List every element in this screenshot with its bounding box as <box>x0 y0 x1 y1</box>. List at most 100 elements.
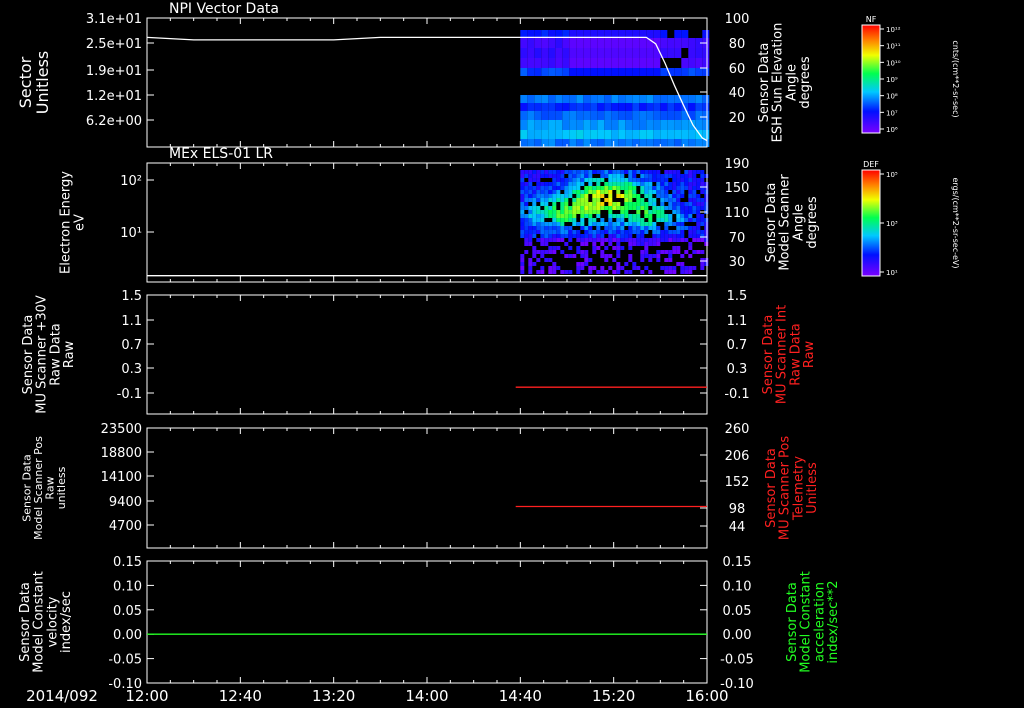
spectrogram-cell <box>528 222 533 226</box>
spectrogram-cell <box>676 182 681 186</box>
spectrogram-cell <box>583 58 591 68</box>
spectrogram-cell <box>552 206 557 210</box>
spectrogram-cell <box>695 120 703 130</box>
spectrogram-cell <box>672 202 677 206</box>
spectrogram-cell <box>541 111 549 120</box>
spectrogram-cell <box>618 38 626 48</box>
spectrogram-cell <box>548 210 553 214</box>
spectrogram-cell <box>660 218 665 222</box>
spectrogram-cell <box>528 190 533 194</box>
spectrogram-cell <box>520 214 525 218</box>
spectrogram-cell <box>656 182 661 186</box>
spectrogram-cell <box>576 103 584 111</box>
spectrogram-cell <box>664 182 669 186</box>
spectrogram-cell <box>576 170 581 174</box>
spectrogram-cell <box>632 218 637 222</box>
spectrogram-cell <box>608 266 613 270</box>
spectrogram-cell <box>695 68 703 76</box>
spectrogram-cell <box>583 139 591 147</box>
spectrogram-cell <box>540 194 545 198</box>
spectrogram-cell <box>536 210 541 214</box>
spectrogram-cell <box>680 270 685 274</box>
spectrogram-cell <box>592 250 597 254</box>
spectrogram-cell <box>674 48 682 58</box>
spectrogram-cell <box>600 254 605 258</box>
spectrogram-cell <box>548 222 553 226</box>
spectrogram-cell <box>668 258 673 262</box>
spectrogram-cell <box>632 242 637 246</box>
spectrogram-cell <box>592 198 597 202</box>
spectrogram-cell <box>584 198 589 202</box>
spectrogram-cell <box>556 198 561 202</box>
spectrogram-cell <box>681 120 689 130</box>
spectrogram-cell <box>544 234 549 238</box>
y-tick-label: 4700 <box>109 519 142 534</box>
spectrogram-cell <box>555 130 563 139</box>
spectrogram-cell <box>628 174 633 178</box>
spectrogram-cell <box>674 30 682 38</box>
spectrogram-cell <box>560 170 565 174</box>
spectrogram-cell <box>528 198 533 202</box>
spectrogram-cell <box>544 174 549 178</box>
spectrogram-cell <box>536 218 541 222</box>
spectrogram-cell <box>576 270 581 274</box>
spectrogram-cell <box>646 48 654 58</box>
spectrogram-cell <box>636 210 641 214</box>
spectrogram-cell <box>597 48 605 58</box>
y-tick-label: 10² <box>120 174 142 189</box>
spectrogram-cell <box>592 186 597 190</box>
spectrogram-cell <box>584 190 589 194</box>
spectrogram-cell <box>616 182 621 186</box>
spectrogram-cell <box>628 170 633 174</box>
spectrogram-cell <box>616 250 621 254</box>
spectrogram-cell <box>556 186 561 190</box>
spectrogram-cell <box>668 234 673 238</box>
spectrogram-cell <box>528 230 533 234</box>
spectrogram-cell <box>520 202 525 206</box>
spectrogram-cell <box>636 206 641 210</box>
spectrogram-cell <box>660 130 668 139</box>
spectrogram-cell <box>640 170 645 174</box>
spectrogram-cell <box>700 182 705 186</box>
spectrogram-cell <box>590 120 598 130</box>
spectrogram-cell <box>524 238 529 242</box>
right-axis-label-line: index/sec**2 <box>826 580 841 663</box>
spectrogram-cell <box>674 68 682 76</box>
spectrogram-cell <box>544 186 549 190</box>
spectrogram-cell <box>536 226 541 230</box>
spectrogram-cell <box>552 170 557 174</box>
spectrogram-cell <box>684 210 689 214</box>
spectrogram-cell <box>590 48 598 58</box>
colorbar-gradient <box>861 169 881 277</box>
y-tick-label: 2.5e+01 <box>86 37 142 52</box>
spectrogram-cell <box>636 218 641 222</box>
spectrogram-cell <box>608 198 613 202</box>
spectrogram-cell <box>704 202 709 206</box>
spectrogram-cell <box>576 38 584 48</box>
spectrogram-cell <box>534 130 542 139</box>
spectrogram-cell <box>668 206 673 210</box>
spectrogram-cell <box>596 230 601 234</box>
spectrogram-cell <box>600 238 605 242</box>
spectrogram-cell <box>628 178 633 182</box>
spectrogram-cell <box>702 48 710 58</box>
spectrogram-cell <box>688 38 696 48</box>
spectrogram-cell <box>700 262 705 266</box>
y2-tick-label: 206 <box>725 449 750 464</box>
spectrogram-cell <box>636 238 641 242</box>
spectrogram-cell <box>576 48 584 58</box>
spectrogram-cell <box>560 186 565 190</box>
spectrogram-cell <box>524 222 529 226</box>
spectrogram-cell <box>576 250 581 254</box>
colorbar-nf: NF 10¹² 10¹¹ 10¹⁰ 10⁹ 10⁸ 10⁷ 10⁶ cnts/(cm**2-sr… <box>861 15 960 134</box>
spectrogram-cell <box>700 190 705 194</box>
spectrogram-cell <box>656 186 661 190</box>
y-tick-label: 1.5 <box>121 289 142 304</box>
spectrogram-cell <box>640 182 645 186</box>
spectrogram-cell <box>534 111 542 120</box>
spectrogram-cell <box>648 186 653 190</box>
spectrogram-cell <box>672 182 677 186</box>
spectrogram-cell <box>680 174 685 178</box>
spectrogram-cell <box>672 198 677 202</box>
spectrogram-cell <box>680 234 685 238</box>
